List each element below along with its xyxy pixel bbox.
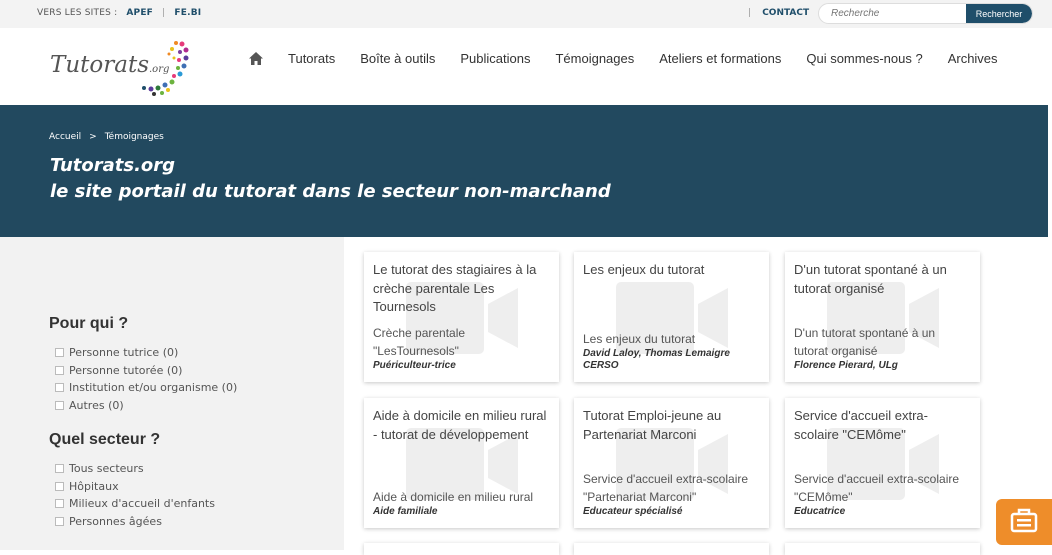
- testimonial-card[interactable]: [785, 543, 980, 555]
- sites-separator: |: [162, 8, 166, 18]
- site-link-apef[interactable]: APEF: [126, 8, 153, 18]
- main-nav: Tutorats Boîte à outils Publications Tém…: [249, 51, 1023, 66]
- filter-label: Tous secteurs: [69, 462, 144, 476]
- home-icon[interactable]: [249, 52, 263, 65]
- page-title: Tutorats.org le site portail du tutorat …: [50, 153, 611, 205]
- testimonial-card[interactable]: Les enjeux du tutorat Les enjeux du tuto…: [574, 252, 769, 382]
- card-title: Le tutorat des stagiaires à la crèche pa…: [373, 262, 537, 314]
- filter-item[interactable]: Institution et/ou organisme (0): [55, 379, 237, 397]
- card-subtitle: Les enjeux du tutorat: [583, 332, 696, 346]
- breadcrumb: Accueil > Témoignages: [49, 132, 164, 142]
- search-form: Recherche r: [818, 3, 1033, 24]
- sites-links: VERS LES SITES : APEF | FE.BI: [37, 8, 201, 18]
- card-role: Florence Pierard, ULg: [794, 360, 898, 371]
- testimonial-card[interactable]: [574, 543, 769, 555]
- search-input[interactable]: [819, 4, 969, 23]
- contact-link[interactable]: CONTACT: [762, 8, 809, 18]
- card-subtitle: Aide à domicile en milieu rural: [373, 490, 534, 504]
- card-title: D'un tutorat spontané à un tutorat organ…: [794, 262, 947, 296]
- contact-separator: |: [748, 8, 752, 18]
- testimonial-card[interactable]: Aide à domicile en milieu rural - tutora…: [364, 398, 559, 528]
- filter-label: Hôpitaux: [69, 479, 119, 493]
- filter-label: Personne tutorée (0): [69, 363, 183, 377]
- filter-label: Milieux d'accueil d'enfants: [69, 497, 215, 511]
- nav-temoignages[interactable]: Témoignages: [555, 51, 634, 66]
- search-button[interactable]: Rechercher: [966, 4, 1032, 23]
- testimonial-card[interactable]: Service d'accueil extra-scolaire "CEMôme…: [785, 398, 980, 528]
- filter-item[interactable]: Hôpitaux: [55, 478, 215, 496]
- card-title: Tutorat Emploi-jeune au Partenariat Marc…: [583, 408, 722, 442]
- top-bar: VERS LES SITES : APEF | FE.BI | CONTACT …: [0, 0, 1052, 28]
- contact-area: | CONTACT: [748, 8, 809, 18]
- checkbox[interactable]: [55, 365, 64, 375]
- card-subtitle: Service d'accueil extra-scolaire "Parten…: [583, 472, 749, 504]
- chat-icon: [1010, 508, 1038, 533]
- site-logo[interactable]: Tutorats.org: [50, 40, 190, 96]
- nav-archives[interactable]: Archives: [948, 51, 998, 66]
- filter-label: Autres (0): [69, 398, 124, 412]
- filter-item[interactable]: Milieux d'accueil d'enfants: [55, 495, 215, 513]
- checkbox[interactable]: [55, 464, 64, 474]
- testimonial-card[interactable]: D'un tutorat spontané à un tutorat organ…: [785, 252, 980, 382]
- page-title-line2: le site portail du tutorat dans le secte…: [50, 181, 611, 202]
- filter-label: Personne tutrice (0): [69, 346, 179, 360]
- filter-list-secteur: Tous secteurs Hôpitaux Milieux d'accueil…: [55, 460, 215, 530]
- card-role: Educatrice: [794, 506, 846, 517]
- nav-ateliers-formations[interactable]: Ateliers et formations: [659, 51, 781, 66]
- checkbox[interactable]: [55, 516, 64, 526]
- nav-publications[interactable]: Publications: [460, 51, 530, 66]
- card-role: Aide familiale: [373, 506, 438, 517]
- testimonial-card[interactable]: Le tutorat des stagiaires à la crèche pa…: [364, 252, 559, 382]
- checkbox[interactable]: [55, 481, 64, 491]
- logo-dots-icon: [142, 41, 189, 96]
- checkbox[interactable]: [55, 400, 64, 410]
- checkbox[interactable]: [55, 499, 64, 509]
- card-subtitle: Service d'accueil extra-scolaire "CEMôme…: [794, 472, 960, 504]
- card-title: Les enjeux du tutorat: [583, 262, 705, 277]
- filter-label: Institution et/ou organisme (0): [69, 381, 238, 395]
- filter-item[interactable]: Personnes âgées: [55, 513, 215, 531]
- breadcrumb-home[interactable]: Accueil: [49, 132, 81, 142]
- card-title: Service d'accueil extra-scolaire "CEMôme…: [794, 408, 928, 442]
- card-role: Puériculteur-trice: [373, 360, 456, 371]
- filter-item[interactable]: Autres (0): [55, 397, 237, 415]
- filter-label: Personnes âgées: [69, 514, 162, 528]
- card-role: Educateur spécialisé: [583, 506, 683, 517]
- card-subtitle: D'un tutorat spontané à un tutorat organ…: [794, 326, 936, 358]
- breadcrumb-current: Témoignages: [104, 132, 164, 142]
- nav-qui-sommes-nous[interactable]: Qui sommes-nous ?: [806, 51, 922, 66]
- filter-title-secteur: Quel secteur ?: [49, 431, 161, 448]
- card-role: CERSO: [583, 360, 619, 371]
- filter-list-pour-qui: Personne tutrice (0) Personne tutorée (0…: [55, 344, 237, 414]
- breadcrumb-separator: >: [89, 132, 97, 142]
- chat-widget-button[interactable]: [996, 499, 1052, 545]
- page-title-line1: Tutorats.org: [50, 155, 176, 176]
- hero-banner: Accueil > Témoignages Tutorats.org le site…: [0, 105, 1048, 237]
- card-title: Aide à domicile en milieu rural - tutora…: [373, 408, 547, 442]
- card-authors: David Laloy, Thomas Lemaigre: [583, 348, 730, 359]
- filter-item[interactable]: Personne tutorée (0): [55, 362, 237, 380]
- filter-item[interactable]: Personne tutrice (0): [55, 344, 237, 362]
- filter-sidebar: Pour qui ? Personne tutrice (0) Personne…: [0, 237, 344, 550]
- checkbox[interactable]: [55, 348, 64, 358]
- testimonial-card[interactable]: Tutorat Emploi-jeune au Partenariat Marc…: [574, 398, 769, 528]
- nav-boite-a-outils[interactable]: Boîte à outils: [360, 51, 435, 66]
- checkbox[interactable]: [55, 383, 64, 393]
- sites-label: VERS LES SITES :: [37, 8, 118, 18]
- site-header: Tutorats.org Tutorats Boîte à outils Pub…: [0, 28, 1052, 105]
- filter-title-pour-qui: Pour qui ?: [49, 315, 129, 332]
- card-subtitle: Crèche parentale "LesTournesols": [373, 326, 466, 358]
- filter-item[interactable]: Tous secteurs: [55, 460, 215, 478]
- testimonial-card[interactable]: [364, 543, 559, 555]
- site-link-febi[interactable]: FE.BI: [174, 8, 201, 18]
- nav-tutorats[interactable]: Tutorats: [288, 51, 335, 66]
